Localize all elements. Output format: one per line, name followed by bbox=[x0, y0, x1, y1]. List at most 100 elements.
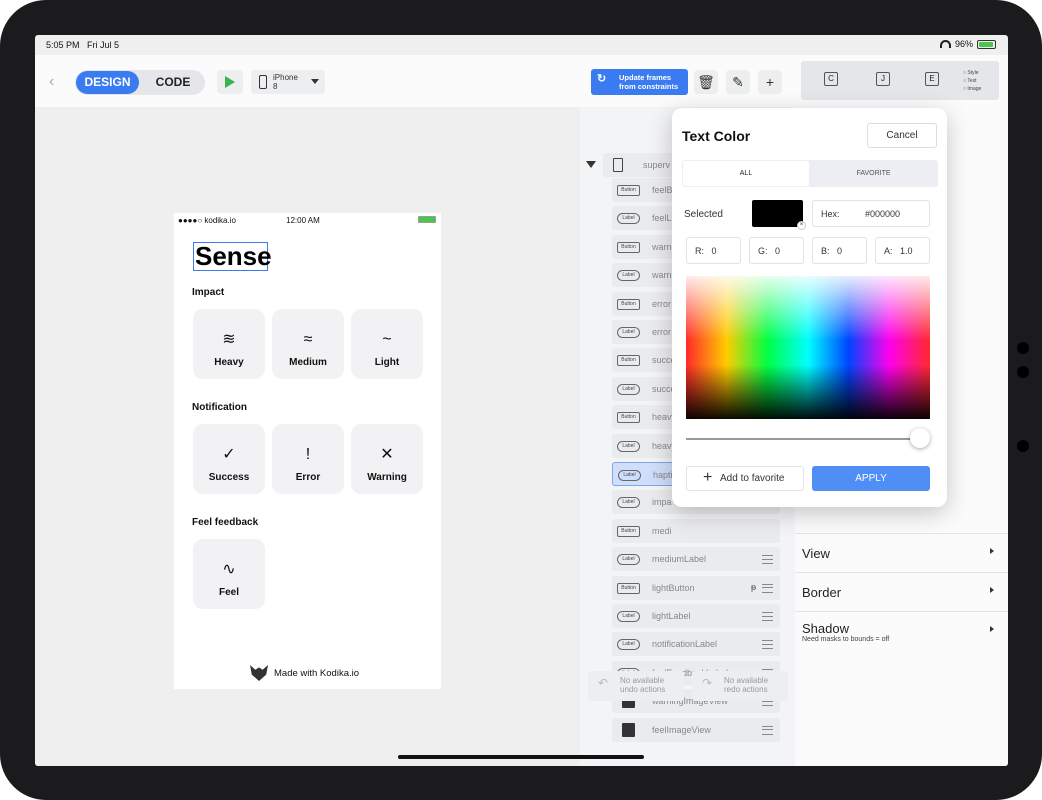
collapse-caret-icon[interactable] bbox=[586, 161, 596, 168]
add-to-favorite-button[interactable]: + Add to favorite bbox=[686, 466, 804, 491]
drag-handle-icon[interactable] bbox=[762, 583, 773, 593]
opacity-slider-knob[interactable] bbox=[910, 428, 930, 448]
outline-row[interactable]: Label notificationLabel bbox=[612, 632, 780, 657]
run-button[interactable] bbox=[217, 70, 243, 94]
device-selector[interactable]: iPhone 8 bbox=[251, 70, 325, 94]
battery-indicator: 96% bbox=[939, 39, 996, 49]
label-badge: Label bbox=[617, 497, 640, 509]
iphone-icon bbox=[259, 75, 267, 89]
title-label-selected[interactable]: Sense bbox=[193, 242, 272, 271]
design-toolbar: ‹ DESIGN CODE iPhone 8 bbox=[35, 55, 580, 107]
status-bar: 5:05 PM Fri Jul 5 96% bbox=[35, 35, 1008, 55]
row-name: lightButton bbox=[652, 582, 695, 593]
outline-row[interactable]: Button lightButton ᵽ bbox=[612, 575, 780, 600]
heavy-button[interactable]: ≋ Heavy bbox=[193, 309, 265, 379]
drag-handle-icon[interactable] bbox=[762, 612, 773, 621]
x-icon: ✕ bbox=[380, 446, 394, 463]
design-code-toggle[interactable]: DESIGN CODE bbox=[75, 70, 205, 95]
alpha-field[interactable]: A: 1.0 bbox=[875, 237, 930, 264]
outline-toolbar: ↻ Update frames from constraints 🗑 ✎ + bbox=[580, 55, 795, 107]
row-name: hapti bbox=[653, 470, 673, 480]
ipad-frame: 5:05 PM Fri Jul 5 96% ‹ DESIGN CODE iPho… bbox=[0, 0, 1042, 800]
label-badge: Label bbox=[617, 213, 640, 225]
row-name: lightLabel bbox=[652, 611, 691, 621]
impact-header: Impact bbox=[192, 287, 225, 298]
blue-field[interactable]: B: 0 bbox=[812, 237, 867, 264]
magic-wand-icon[interactable]: ✎ bbox=[726, 70, 750, 94]
code-tab[interactable]: CODE bbox=[143, 71, 203, 94]
label-badge: Label bbox=[617, 639, 640, 651]
label-badge: Label bbox=[618, 470, 641, 481]
row-name: impa bbox=[652, 497, 672, 508]
pulse-icon: ∿ bbox=[222, 561, 236, 578]
button-badge: Button bbox=[617, 355, 640, 367]
home-indicator bbox=[398, 755, 644, 759]
cancel-button[interactable]: Cancel bbox=[867, 123, 937, 148]
row-name: error bbox=[652, 327, 672, 337]
hex-field[interactable]: Hex: #000000 bbox=[812, 200, 930, 227]
add-icon[interactable]: + bbox=[758, 70, 782, 94]
redo-icon: ↷ bbox=[702, 676, 713, 690]
update-frames-button[interactable]: ↻ Update frames from constraints bbox=[591, 69, 688, 95]
sensor-icon bbox=[1017, 440, 1029, 452]
opacity-slider-track[interactable] bbox=[686, 438, 930, 440]
drag-handle-icon[interactable] bbox=[762, 555, 773, 565]
play-icon bbox=[225, 76, 235, 88]
center-align-icon[interactable]: J bbox=[876, 72, 890, 86]
row-name: notificationLabel bbox=[652, 639, 718, 650]
outline-row[interactable]: Label lightLabel bbox=[612, 604, 780, 628]
view-section[interactable]: View bbox=[795, 533, 1008, 572]
drag-handle-icon[interactable] bbox=[762, 725, 773, 735]
tab-favorite[interactable]: FAVORITE bbox=[810, 161, 937, 186]
color-tabs: ALL FAVORITE bbox=[682, 160, 938, 187]
success-button[interactable]: ✓ Success bbox=[193, 424, 265, 494]
trash-icon[interactable]: 🗑 bbox=[694, 70, 718, 94]
center-horizontal-icon[interactable]: C bbox=[824, 72, 838, 86]
outline-row[interactable]: Label mediumLabel bbox=[612, 547, 780, 572]
layout-controls: C J E ○ Style ○ Text ○ Image bbox=[801, 61, 999, 100]
plus-icon: + bbox=[703, 469, 713, 486]
row-name: feelB bbox=[652, 185, 673, 195]
label-badge: Label bbox=[617, 554, 640, 566]
error-button[interactable]: ! Error bbox=[272, 424, 344, 494]
redo-button[interactable]: ↷ No available redo actions bbox=[692, 671, 788, 701]
drag-handle-icon[interactable] bbox=[762, 640, 773, 650]
back-chevron-icon[interactable]: ‹ bbox=[49, 73, 54, 91]
apply-button[interactable]: APPLY bbox=[812, 466, 930, 491]
refresh-icon: ↻ bbox=[597, 73, 607, 85]
outline-row[interactable]: Button medi bbox=[612, 518, 780, 543]
edge-align-icon[interactable]: E bbox=[925, 72, 939, 86]
dropdown-caret-icon bbox=[311, 79, 319, 84]
label-badge: Label bbox=[617, 383, 640, 395]
tab-all[interactable]: ALL bbox=[683, 161, 809, 186]
status-time: 5:05 PM Fri Jul 5 bbox=[46, 40, 120, 50]
border-section[interactable]: Border bbox=[795, 572, 1008, 611]
color-spectrum-picker[interactable] bbox=[686, 276, 930, 419]
light-button[interactable]: ~ Light bbox=[351, 309, 423, 379]
button-badge: Button bbox=[617, 241, 640, 253]
shadow-section[interactable]: Shadow Need masks to bounds = off bbox=[795, 611, 1008, 650]
red-field[interactable]: R: 0 bbox=[686, 237, 741, 264]
warning-button[interactable]: ✕ Warning bbox=[351, 424, 423, 494]
selected-label: Selected bbox=[684, 209, 723, 220]
design-tab[interactable]: DESIGN bbox=[76, 71, 139, 94]
row-name: superv bbox=[643, 160, 671, 170]
row-name: feelImageView bbox=[652, 724, 711, 735]
green-field[interactable]: G: 0 bbox=[749, 237, 804, 264]
row-name: warni bbox=[652, 270, 674, 281]
clear-icon[interactable]: × bbox=[797, 221, 806, 230]
exclamation-icon: ! bbox=[305, 446, 311, 463]
sensor-icon bbox=[1017, 366, 1029, 378]
feel-button[interactable]: ∿ Feel bbox=[193, 539, 265, 609]
notification-header: Notification bbox=[192, 402, 247, 413]
button-badge: Button bbox=[617, 582, 640, 594]
outline-row[interactable]: feelImageView bbox=[612, 717, 780, 742]
image-icon bbox=[622, 722, 635, 737]
phone-icon bbox=[613, 158, 623, 172]
medium-button[interactable]: ≈ Medium bbox=[272, 309, 344, 379]
feel-feedback-header: Feel feedback bbox=[192, 517, 259, 528]
medium-waves-icon: ≈ bbox=[303, 331, 313, 348]
label-badge: Label bbox=[617, 327, 640, 338]
phone-battery-icon bbox=[418, 216, 436, 223]
undo-button[interactable]: ↶ No available undo actions bbox=[588, 671, 684, 701]
